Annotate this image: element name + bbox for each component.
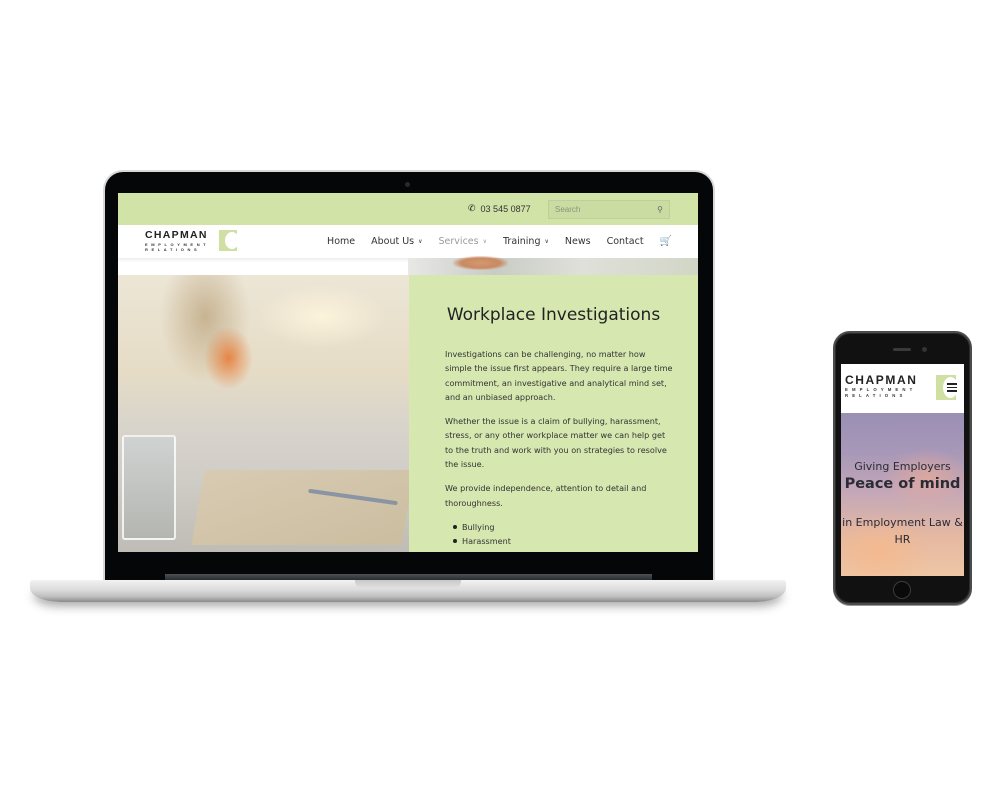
paragraph: Whether the issue is a claim of bullying… bbox=[445, 416, 667, 470]
nav-item-home[interactable]: Home bbox=[327, 236, 355, 247]
phone-speaker bbox=[893, 348, 911, 351]
nav-item-label: Services bbox=[438, 236, 479, 247]
page-title: Workplace Investigations bbox=[446, 305, 661, 325]
nav-item-news[interactable]: News bbox=[565, 236, 591, 247]
nav-item-training[interactable]: Training ∨ bbox=[503, 236, 549, 247]
nav-item-label: Contact bbox=[606, 236, 644, 247]
paragraph: Investigations can be challenging, no ma… bbox=[445, 349, 673, 402]
logo-mark-icon bbox=[219, 230, 239, 251]
phone-camera bbox=[922, 347, 927, 352]
main-navbar: CHAPMAN EMPLOYMENT RELATIONS Home About … bbox=[118, 225, 698, 258]
logo-line2: RELATIONS bbox=[145, 247, 201, 252]
nav-item-label: News bbox=[564, 236, 591, 247]
top-bar: ✆ 03 545 0877 ⚲ bbox=[118, 193, 698, 225]
chevron-down-icon: ∨ bbox=[482, 238, 487, 245]
nav-menu: Home About Us ∨ Services ∨ Training ∨ Ne… bbox=[327, 225, 672, 258]
cart-icon[interactable]: 🛒 bbox=[660, 236, 672, 247]
nav-item-label: Home bbox=[327, 236, 356, 247]
search-icon[interactable]: ⚲ bbox=[657, 205, 663, 214]
hero-image-strip bbox=[408, 256, 698, 275]
mobile-logo-line1: EMPLOYMENT bbox=[845, 387, 917, 392]
mobile-header: CHAPMAN EMPLOYMENT RELATIONS bbox=[841, 364, 964, 413]
folder-shape bbox=[191, 470, 415, 545]
content-body: Investigations can be challenging, no ma… bbox=[445, 347, 673, 549]
hero-line1: Giving Employers bbox=[854, 460, 951, 473]
nav-item-label: Training bbox=[503, 236, 541, 247]
logo[interactable]: CHAPMAN EMPLOYMENT RELATIONS bbox=[145, 229, 239, 253]
home-button[interactable] bbox=[893, 581, 911, 599]
water-glass-shape bbox=[122, 435, 176, 540]
laptop-camera bbox=[405, 182, 410, 187]
mobile-logo-line2: RELATIONS bbox=[845, 393, 907, 398]
phone-number: 03 545 0877 bbox=[480, 203, 531, 214]
mobile-hero: Giving Employers Peace of mind in Employ… bbox=[841, 413, 964, 576]
desktop-website: ✆ 03 545 0877 ⚲ CHAPMAN EMPLOYMENT RELAT… bbox=[118, 193, 698, 552]
chevron-down-icon: ∨ bbox=[418, 238, 423, 245]
nav-item-services[interactable]: Services ∨ bbox=[439, 236, 487, 247]
office-desk-photo bbox=[118, 275, 415, 552]
laptop-bezel-bottom bbox=[118, 552, 698, 576]
laptop-notch bbox=[355, 580, 461, 589]
chevron-down-icon: ∨ bbox=[544, 238, 549, 245]
phone-link[interactable]: ✆ 03 545 0877 bbox=[468, 203, 531, 214]
content-panel: Workplace Investigations Investigations … bbox=[409, 275, 698, 552]
list-item: Harassment bbox=[453, 534, 673, 548]
hamburger-icon[interactable] bbox=[947, 383, 957, 392]
search-input[interactable] bbox=[555, 205, 645, 214]
mobile-website: CHAPMAN EMPLOYMENT RELATIONS Giving Empl… bbox=[841, 364, 964, 576]
paragraph: We provide independence, attention to de… bbox=[445, 483, 647, 508]
phone-icon: ✆ bbox=[468, 203, 476, 213]
nav-item-contact[interactable]: Contact bbox=[607, 236, 644, 247]
list-item: Bullying bbox=[453, 520, 673, 534]
nav-item-about-us[interactable]: About Us ∨ bbox=[371, 236, 422, 247]
logo-name: CHAPMAN bbox=[145, 229, 208, 241]
nav-item-label: About Us bbox=[371, 236, 415, 247]
search-box[interactable]: ⚲ bbox=[548, 200, 670, 219]
topic-list: Bullying Harassment bbox=[445, 520, 673, 549]
hero-line3: in Employment Law & HR bbox=[842, 516, 963, 546]
mobile-logo-name[interactable]: CHAPMAN bbox=[845, 373, 918, 387]
hero-headline: Peace of mind bbox=[844, 476, 961, 492]
